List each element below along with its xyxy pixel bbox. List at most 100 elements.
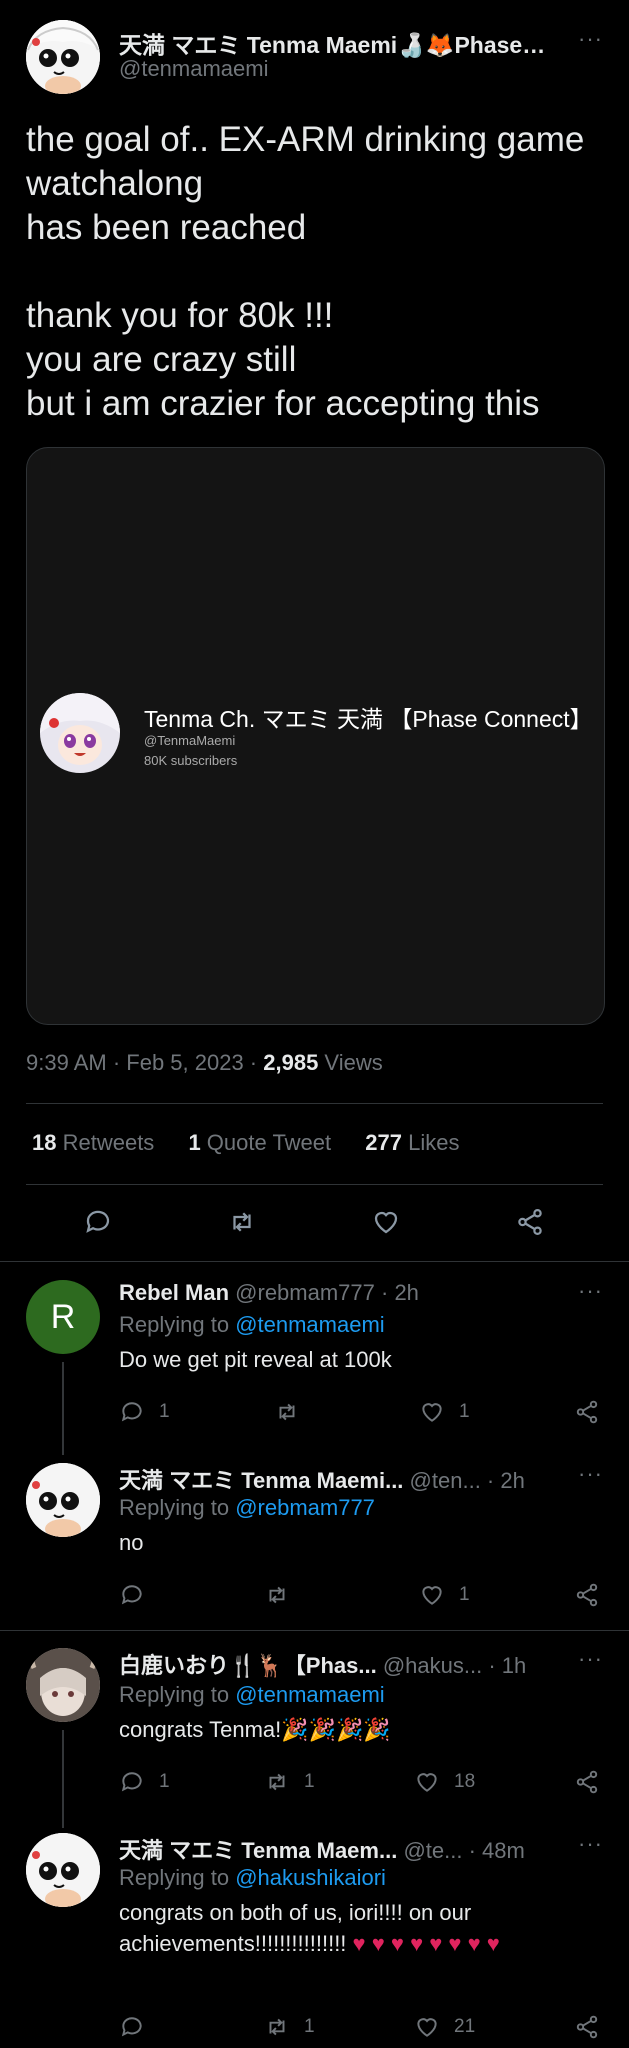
reply-icon: [121, 2017, 142, 2037]
retweets-stat[interactable]: 18 Retweets: [32, 1130, 154, 1155]
reply-author-name[interactable]: 白鹿いおり🍴🦌【Phas...: [119, 1653, 377, 1678]
reply-count: 1: [159, 1401, 170, 1422]
avatar[interactable]: R: [26, 1280, 100, 1354]
reply-icon: [121, 1585, 142, 1605]
retweet-action[interactable]: [274, 1399, 314, 1425]
avatar[interactable]: [26, 1833, 100, 1907]
share-action[interactable]: [574, 1399, 600, 1425]
quotes-stat[interactable]: 1 Quote Tweet: [188, 1130, 331, 1155]
retweets-label: Retweets: [56, 1130, 155, 1155]
likes-label: Likes: [401, 1130, 460, 1155]
tweet-stats: 18 Retweets 1 Quote Tweet 277 Likes: [32, 1130, 487, 1156]
reply-text: congrats Tenma!🎉🎉🎉🎉: [119, 1717, 391, 1742]
like-count: 1: [459, 1401, 470, 1422]
reply-tweet[interactable]: 天満 マエミ Tenma Maemi... @ten... · 2h ··· R…: [0, 1461, 629, 1613]
reply-time[interactable]: · 1h: [482, 1653, 526, 1678]
reply-author-handle[interactable]: @hakus...: [383, 1653, 482, 1678]
reply-author-handle[interactable]: @ten...: [410, 1468, 481, 1493]
like-action[interactable]: 18: [414, 1769, 475, 1795]
reply-time[interactable]: · 48m: [462, 1838, 525, 1863]
reply-author-name[interactable]: 天満 マエミ Tenma Maem...: [119, 1838, 397, 1863]
like-action[interactable]: 1: [419, 1399, 470, 1425]
like-count: 18: [454, 1771, 476, 1792]
like-icon[interactable]: [371, 1207, 401, 1237]
share-action[interactable]: [574, 2014, 600, 2040]
more-options-icon[interactable]: ···: [578, 1646, 603, 1672]
replying-to-link[interactable]: @tenmamaemi: [235, 1312, 385, 1337]
like-action[interactable]: 21: [414, 2014, 475, 2040]
reply-icon: [121, 1402, 142, 1422]
reply-author-handle[interactable]: @rebmam777: [235, 1280, 375, 1305]
reply-header: Rebel Man @rebmam777 · 2h: [119, 1280, 579, 1306]
retweet-action[interactable]: [264, 1582, 304, 1608]
retweet-icon[interactable]: [227, 1207, 257, 1237]
retweet-action[interactable]: 1: [264, 1769, 315, 1795]
reply-header: 天満 マエミ Tenma Maemi... @ten... · 2h: [119, 1463, 579, 1495]
author-handle[interactable]: @tenmamaemi: [119, 56, 269, 82]
replying-to-link[interactable]: @tenmamaemi: [235, 1682, 385, 1707]
reply-text: no: [119, 1530, 144, 1555]
reply-icon: [121, 1772, 142, 1792]
like-icon: [417, 1773, 437, 1792]
retweet-count: 1: [304, 2016, 315, 2037]
reply-count: 1: [159, 1771, 170, 1792]
divider: [0, 1261, 629, 1262]
reply-icon[interactable]: [83, 1207, 113, 1237]
reply-actions: 1 21: [119, 2014, 609, 2040]
reply-actions: 1 1 18: [119, 1769, 609, 1795]
avatar[interactable]: [26, 1463, 100, 1537]
like-count: 21: [454, 2016, 476, 2037]
divider: [26, 1103, 603, 1104]
reply-tweet[interactable]: 白鹿いおり🍴🦌【Phas... @hakus... · 1h ··· Reply…: [0, 1646, 629, 1828]
author-avatar[interactable]: [26, 20, 100, 94]
share-action[interactable]: [574, 1582, 600, 1608]
more-options-icon[interactable]: ···: [578, 1831, 603, 1857]
reply-time[interactable]: · 2h: [481, 1468, 525, 1493]
share-action[interactable]: [574, 1769, 600, 1795]
reply-action[interactable]: [119, 2014, 159, 2040]
divider: [26, 1184, 603, 1185]
reply-action[interactable]: [119, 1582, 159, 1608]
reply-author-name[interactable]: 天満 マエミ Tenma Maemi...: [119, 1468, 403, 1493]
reply-author-name[interactable]: Rebel Man: [119, 1280, 229, 1305]
tweet-time[interactable]: 9:39 AM · Feb 5, 2023 ·: [26, 1050, 263, 1075]
reply-actions: 1: [119, 1582, 609, 1608]
reply-tweet[interactable]: 天満 マエミ Tenma Maem... @te... · 48m ··· Re…: [0, 1831, 629, 2048]
likes-stat[interactable]: 277 Likes: [365, 1130, 459, 1155]
views-label: Views: [318, 1050, 383, 1075]
avatar[interactable]: [26, 1648, 100, 1722]
retweet-icon: [269, 2018, 285, 2036]
reply-actions: 1 1: [119, 1399, 609, 1425]
like-icon: [422, 1403, 442, 1422]
thread-line: [62, 1362, 64, 1455]
reply-action[interactable]: 1: [119, 1769, 170, 1795]
replying-to: Replying to @tenmamaemi: [119, 1682, 385, 1708]
quotes-count: 1: [188, 1130, 201, 1155]
replying-label: Replying to: [119, 1865, 236, 1890]
replying-label: Replying to: [119, 1682, 236, 1707]
more-options-icon[interactable]: ···: [578, 1278, 603, 1304]
reply-action[interactable]: 1: [119, 1399, 170, 1425]
retweet-count: 1: [304, 1771, 315, 1792]
retweet-icon: [279, 1403, 295, 1421]
replying-to-link[interactable]: @hakushikaiori: [235, 1865, 386, 1890]
more-options-icon[interactable]: ···: [578, 1461, 603, 1487]
replying-label: Replying to: [119, 1495, 236, 1520]
tweet-actions: [0, 1207, 629, 1237]
replying-to-link[interactable]: @rebmam777: [235, 1495, 375, 1520]
channel-handle: @TenmaMaemi: [144, 733, 236, 748]
more-options-icon[interactable]: ···: [578, 26, 603, 52]
divider: [0, 1630, 629, 1631]
retweet-action[interactable]: 1: [264, 2014, 315, 2040]
like-action[interactable]: 1: [419, 1582, 470, 1608]
author-name[interactable]: 天満 マエミ Tenma Maemi🍶🦊Phase…: [119, 26, 549, 60]
reply-author-handle[interactable]: @te...: [403, 1838, 462, 1863]
channel-subscribers: 80K subscribers: [144, 753, 238, 768]
tweet-timestamp: 9:39 AM · Feb 5, 2023 · 2,985 Views: [26, 1050, 383, 1076]
share-icon[interactable]: [515, 1207, 545, 1237]
thread-line: [62, 1730, 64, 1828]
reply-tweet[interactable]: R Rebel Man @rebmam777 · 2h ··· Replying…: [0, 1278, 629, 1455]
reply-header: 天満 マエミ Tenma Maem... @te... · 48m: [119, 1833, 579, 1865]
tweet-media[interactable]: Tenma Ch. マエミ 天満 【Phase Connect】 @TenmaM…: [26, 447, 605, 1025]
reply-time[interactable]: · 2h: [375, 1280, 419, 1305]
